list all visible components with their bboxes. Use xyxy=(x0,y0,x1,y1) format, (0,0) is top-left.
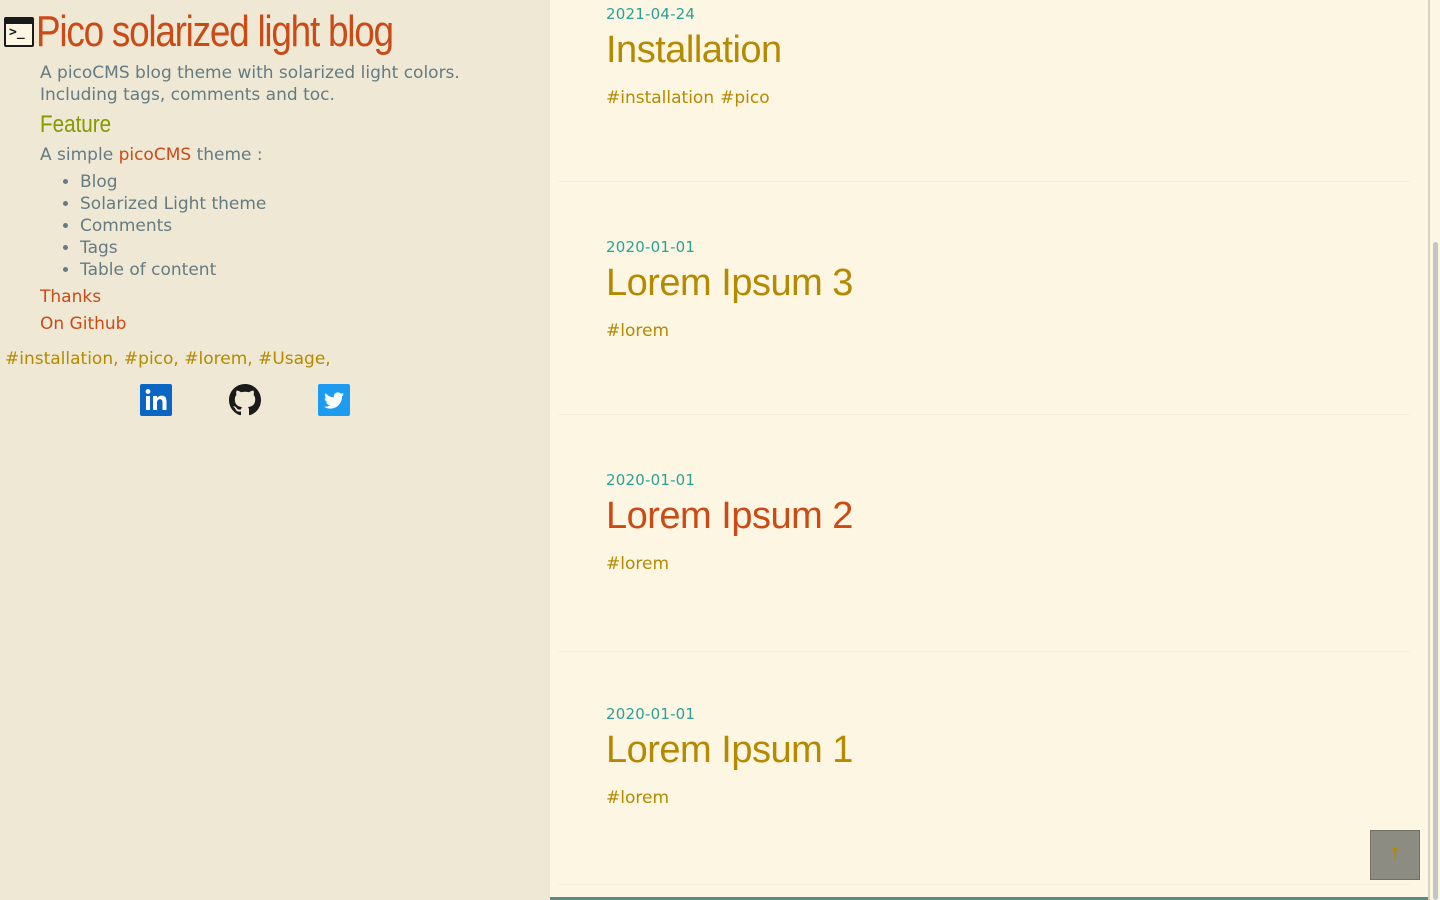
linkedin-icon[interactable] xyxy=(140,384,172,416)
intro-suffix: theme : xyxy=(196,145,263,165)
tag-link-usage[interactable]: #Usage, xyxy=(258,349,331,369)
post-tags: #installation #pico xyxy=(606,87,782,109)
site-header: >_ Pico solarized light blog xyxy=(4,6,461,58)
post-card: 2021-04-24 Installation #installation #pi… xyxy=(606,4,782,109)
picocms-link[interactable]: picoCMS xyxy=(119,145,192,165)
terminal-icon: >_ xyxy=(4,17,34,47)
twitter-icon[interactable] xyxy=(318,384,350,416)
intro-prefix: A simple xyxy=(40,145,114,165)
tag-link-installation[interactable]: #installation, xyxy=(5,349,119,369)
feature-list: Blog Solarized Light theme Comments Tags… xyxy=(40,171,266,281)
tag-link-lorem[interactable]: #lorem, xyxy=(184,349,252,369)
post-tag-link[interactable]: #installation xyxy=(606,88,714,108)
tag-link-pico[interactable]: #pico, xyxy=(124,349,179,369)
post-tag-link[interactable]: #lorem xyxy=(606,788,669,808)
feature-intro: A simple picoCMS theme : xyxy=(40,144,263,166)
post-title-link[interactable]: Lorem Ipsum 1 xyxy=(606,729,853,771)
feature-item: Table of content xyxy=(80,259,266,281)
post-card: 2020-01-01 Lorem Ipsum 3 #lorem xyxy=(606,237,853,342)
site-description: A picoCMS blog theme with solarized ligh… xyxy=(40,63,460,105)
github-link[interactable]: On Github xyxy=(40,313,126,335)
feature-heading: Feature xyxy=(40,111,112,138)
site-title-link[interactable]: Pico solarized light blog xyxy=(36,6,394,58)
post-title-link[interactable]: Lorem Ipsum 2 xyxy=(606,495,853,537)
back-to-top-button[interactable]: ↑ xyxy=(1370,830,1420,880)
post-list: 2021-04-24 Installation #installation #pi… xyxy=(550,0,1428,900)
post-date: 2020-01-01 xyxy=(606,238,696,256)
github-icon[interactable] xyxy=(229,384,261,416)
post-tags: #lorem xyxy=(606,320,853,342)
post-tags: #lorem xyxy=(606,787,853,809)
post-date: 2020-01-01 xyxy=(606,471,696,489)
post-tag-link[interactable]: #lorem xyxy=(606,554,669,574)
post-divider xyxy=(558,181,1410,182)
thanks-link[interactable]: Thanks xyxy=(40,286,101,308)
sidebar: >_ Pico solarized light blog A picoCMS b… xyxy=(0,0,550,900)
post-card: 2020-01-01 Lorem Ipsum 1 #lorem xyxy=(606,704,853,809)
post-divider xyxy=(558,884,1410,885)
post-title-link[interactable]: Installation xyxy=(606,29,782,71)
post-tag-link[interactable]: #pico xyxy=(720,88,770,108)
post-title-link[interactable]: Lorem Ipsum 3 xyxy=(606,262,853,304)
scrollbar[interactable] xyxy=(1430,0,1440,900)
post-tags: #lorem xyxy=(606,553,853,575)
post-date: 2021-04-24 xyxy=(606,5,696,23)
tag-cloud: #installation, #pico, #lorem, #Usage, xyxy=(5,348,331,370)
feature-item: Blog xyxy=(80,171,266,193)
post-divider xyxy=(558,414,1410,415)
feature-item: Comments xyxy=(80,215,266,237)
post-divider xyxy=(558,651,1410,652)
post-date: 2020-01-01 xyxy=(606,705,696,723)
post-tag-link[interactable]: #lorem xyxy=(606,321,669,341)
feature-item: Solarized Light theme xyxy=(80,193,266,215)
post-card: 2020-01-01 Lorem Ipsum 2 #lorem xyxy=(606,470,853,575)
scrollbar-thumb[interactable] xyxy=(1433,242,1438,900)
feature-item: Tags xyxy=(80,237,266,259)
